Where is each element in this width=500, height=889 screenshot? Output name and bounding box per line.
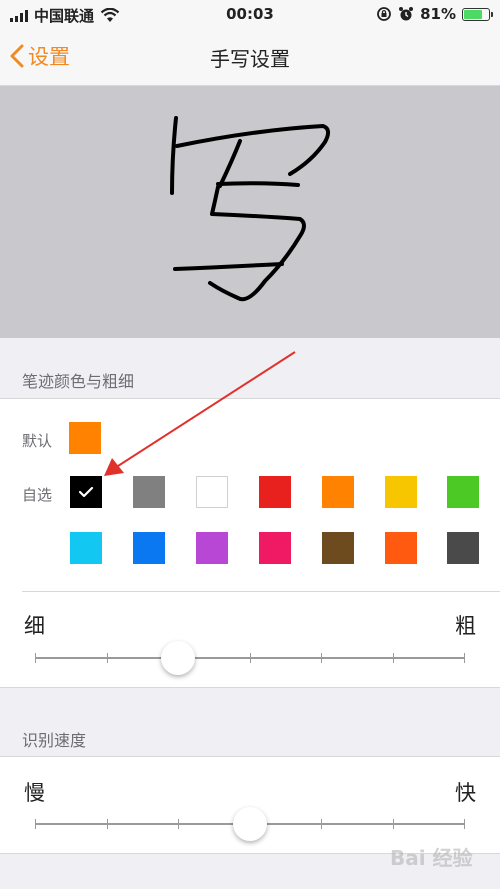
- slider-tick: [464, 819, 465, 829]
- slider-thumb[interactable]: [161, 641, 196, 675]
- divider: [22, 591, 500, 592]
- battery-charging-icon: [462, 7, 493, 21]
- battery-percent: 81%: [420, 5, 456, 23]
- color-swatch[interactable]: [196, 532, 228, 564]
- battery-fill: [464, 9, 482, 19]
- speed-section-header: 识别速度: [22, 731, 87, 750]
- slider-tick: [178, 819, 179, 829]
- rotation-lock-icon: [377, 7, 391, 21]
- slider-tick: [464, 653, 465, 663]
- slider-tick: [107, 819, 108, 829]
- slow-label: 慢: [24, 781, 45, 805]
- slider-thumb[interactable]: [233, 807, 267, 841]
- slider-tick: [35, 653, 36, 663]
- slider-tick: [321, 653, 322, 663]
- default-label: 默认: [22, 432, 53, 450]
- color-swatch[interactable]: [322, 532, 354, 564]
- fast-label: 快: [455, 781, 476, 805]
- color-swatch[interactable]: [322, 476, 354, 508]
- color-swatch[interactable]: [385, 532, 417, 564]
- color-swatch[interactable]: [70, 476, 102, 508]
- checkmark-icon: [78, 486, 94, 498]
- speed-settings-panel: 慢 快: [0, 756, 500, 854]
- color-swatch[interactable]: [259, 532, 291, 564]
- slider-tick: [393, 819, 394, 829]
- status-bar: 中国联通 00:03 81%: [0, 0, 500, 28]
- color-swatch[interactable]: [133, 476, 165, 508]
- slider-tick: [321, 819, 322, 829]
- thick-label: 粗: [455, 614, 476, 638]
- thin-label: 细: [24, 614, 45, 638]
- color-swatch[interactable]: [133, 532, 165, 564]
- color-swatch[interactable]: [259, 476, 291, 508]
- custom-label: 自选: [22, 486, 53, 504]
- handwriting-stroke: [170, 116, 330, 302]
- watermark: Bai 经验: [390, 846, 473, 870]
- alarm-icon: [399, 7, 414, 21]
- color-swatch[interactable]: [196, 476, 228, 508]
- stroke-section-header: 笔迹颜色与粗细: [22, 372, 135, 391]
- color-swatch[interactable]: [447, 532, 479, 564]
- slider-tick: [35, 819, 36, 829]
- page-title: 手写设置: [210, 47, 290, 71]
- slider-tick: [107, 653, 108, 663]
- slider-tick: [250, 653, 251, 663]
- color-swatch[interactable]: [447, 476, 479, 508]
- default-color-swatch[interactable]: [69, 422, 101, 454]
- stroke-settings-panel: 默认 自选 细 粗: [0, 398, 500, 688]
- color-swatch[interactable]: [385, 476, 417, 508]
- status-right: 81%: [376, 5, 493, 23]
- navigation-bar: 设置 手写设置: [0, 28, 500, 86]
- color-swatch[interactable]: [70, 532, 102, 564]
- handwriting-preview[interactable]: [0, 86, 500, 338]
- slider-tick: [393, 653, 394, 663]
